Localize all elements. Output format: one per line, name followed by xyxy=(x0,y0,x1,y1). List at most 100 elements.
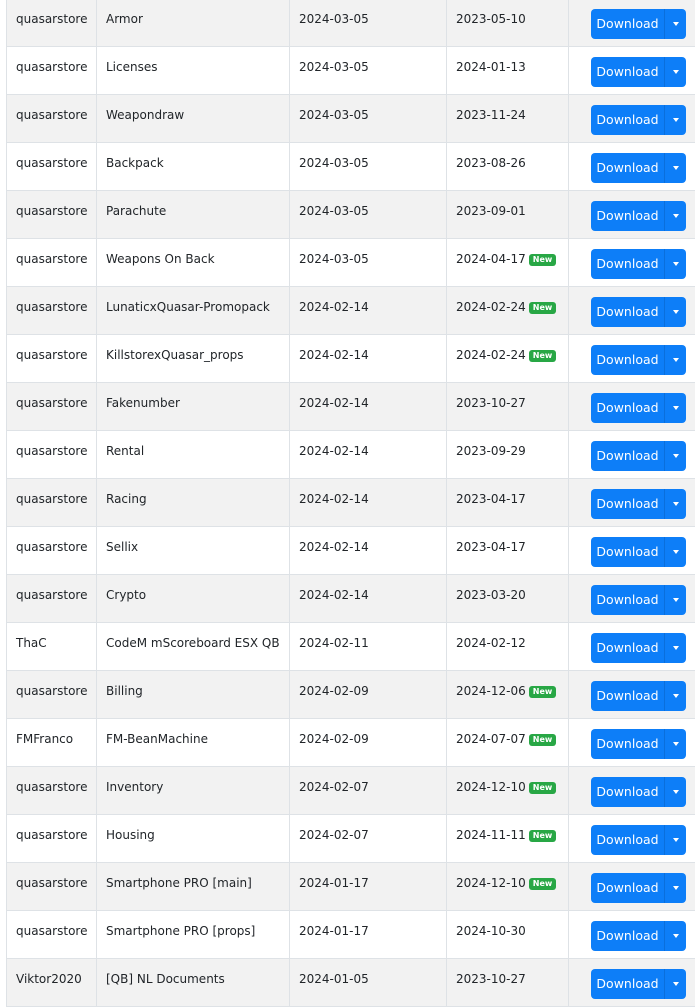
updated-date-cell: 2024-01-13 xyxy=(447,47,569,95)
download-options-toggle[interactable] xyxy=(665,681,686,711)
author-cell: quasarstore xyxy=(7,143,97,191)
release-date-text: 2024-03-05 xyxy=(299,108,369,122)
updated-date-text: 2023-08-26 xyxy=(456,156,526,170)
download-options-toggle[interactable] xyxy=(665,249,686,279)
download-options-toggle[interactable] xyxy=(665,489,686,519)
resource-name-cell: LunaticxQuasar-Promopack xyxy=(97,287,290,335)
download-options-toggle[interactable] xyxy=(665,105,686,135)
updated-date-text: 2024-12-10 xyxy=(456,876,526,890)
download-button-group: Download xyxy=(591,57,686,87)
updated-date-cell: 2024-02-12 xyxy=(447,623,569,671)
download-button[interactable]: Download xyxy=(591,921,665,951)
download-options-toggle[interactable] xyxy=(665,393,686,423)
author-text: ThaC xyxy=(16,636,47,650)
author-text: quasarstore xyxy=(16,204,87,218)
download-button-group: Download xyxy=(591,441,686,471)
download-button[interactable]: Download xyxy=(591,201,665,231)
release-date-cell: 2024-03-05 xyxy=(290,47,447,95)
download-options-toggle[interactable] xyxy=(665,633,686,663)
download-button[interactable]: Download xyxy=(591,105,665,135)
release-date-text: 2024-01-05 xyxy=(299,972,369,986)
resource-name-text: Smartphone PRO [props] xyxy=(106,924,255,938)
resource-name-cell: Fakenumber xyxy=(97,383,290,431)
download-button[interactable]: Download xyxy=(591,249,665,279)
download-options-toggle[interactable] xyxy=(665,297,686,327)
resource-name-text: Sellix xyxy=(106,540,138,554)
author-cell: quasarstore xyxy=(7,95,97,143)
download-options-toggle[interactable] xyxy=(665,873,686,903)
author-cell: quasarstore xyxy=(7,479,97,527)
action-cell: Download xyxy=(569,431,695,479)
resources-table-container: quasarstoreArmor2024-03-052023-05-10Down… xyxy=(6,0,695,1007)
action-cell: Download xyxy=(569,719,695,767)
resource-name-text: FM-BeanMachine xyxy=(106,732,208,746)
download-button[interactable]: Download xyxy=(591,681,665,711)
updated-date-text: 2023-03-20 xyxy=(456,588,526,602)
resource-name-cell: Sellix xyxy=(97,527,290,575)
download-options-toggle[interactable] xyxy=(665,9,686,39)
new-badge: New xyxy=(529,302,557,314)
action-cell: Download xyxy=(569,623,695,671)
download-options-toggle[interactable] xyxy=(665,345,686,375)
caret-down-icon xyxy=(673,262,679,266)
download-button[interactable]: Download xyxy=(591,153,665,183)
caret-down-icon xyxy=(673,934,679,938)
updated-date-cell: 2024-02-24New xyxy=(447,335,569,383)
table-row: quasarstoreCrypto2024-02-142023-03-20Dow… xyxy=(7,575,695,623)
updated-date-cell: 2023-09-29 xyxy=(447,431,569,479)
resource-name-text: Armor xyxy=(106,12,143,26)
download-button[interactable]: Download xyxy=(591,57,665,87)
caret-down-icon xyxy=(673,838,679,842)
updated-date-text: 2023-04-17 xyxy=(456,492,526,506)
download-options-toggle[interactable] xyxy=(665,537,686,567)
download-button[interactable]: Download xyxy=(591,969,665,999)
download-options-toggle[interactable] xyxy=(665,153,686,183)
resource-name-cell: Smartphone PRO [main] xyxy=(97,863,290,911)
download-button[interactable]: Download xyxy=(591,825,665,855)
download-options-toggle[interactable] xyxy=(665,825,686,855)
author-cell: FMFranco xyxy=(7,719,97,767)
download-options-toggle[interactable] xyxy=(665,585,686,615)
download-button[interactable]: Download xyxy=(591,777,665,807)
download-button[interactable]: Download xyxy=(591,729,665,759)
download-options-toggle[interactable] xyxy=(665,921,686,951)
table-row: quasarstoreBilling2024-02-092024-12-06Ne… xyxy=(7,671,695,719)
table-row: quasarstoreKillstorexQuasar_props2024-02… xyxy=(7,335,695,383)
download-options-toggle[interactable] xyxy=(665,201,686,231)
resource-name-text: KillstorexQuasar_props xyxy=(106,348,244,362)
author-text: quasarstore xyxy=(16,156,87,170)
release-date-text: 2024-02-14 xyxy=(299,540,369,554)
author-text: quasarstore xyxy=(16,60,87,74)
download-options-toggle[interactable] xyxy=(665,777,686,807)
download-button[interactable]: Download xyxy=(591,585,665,615)
download-options-toggle[interactable] xyxy=(665,57,686,87)
updated-date-cell: 2024-10-30 xyxy=(447,911,569,959)
download-button[interactable]: Download xyxy=(591,537,665,567)
download-button-group: Download xyxy=(591,393,686,423)
release-date-cell: 2024-02-09 xyxy=(290,671,447,719)
release-date-text: 2024-01-17 xyxy=(299,924,369,938)
download-button-group: Download xyxy=(591,633,686,663)
download-button[interactable]: Download xyxy=(591,297,665,327)
updated-date-cell: 2023-09-01 xyxy=(447,191,569,239)
download-button[interactable]: Download xyxy=(591,489,665,519)
author-text: quasarstore xyxy=(16,300,87,314)
download-options-toggle[interactable] xyxy=(665,441,686,471)
download-button-group: Download xyxy=(591,825,686,855)
download-button[interactable]: Download xyxy=(591,441,665,471)
resource-name-cell: Licenses xyxy=(97,47,290,95)
resource-name-cell: CodeM mScoreboard ESX QB xyxy=(97,623,290,671)
download-button[interactable]: Download xyxy=(591,873,665,903)
download-options-toggle[interactable] xyxy=(665,969,686,999)
download-button[interactable]: Download xyxy=(591,9,665,39)
download-button[interactable]: Download xyxy=(591,393,665,423)
download-options-toggle[interactable] xyxy=(665,729,686,759)
action-cell: Download xyxy=(569,767,695,815)
download-button[interactable]: Download xyxy=(591,345,665,375)
author-cell: quasarstore xyxy=(7,287,97,335)
download-button[interactable]: Download xyxy=(591,633,665,663)
release-date-cell: 2024-02-14 xyxy=(290,575,447,623)
resource-name-cell: Weapondraw xyxy=(97,95,290,143)
resource-name-cell: Billing xyxy=(97,671,290,719)
download-button-group: Download xyxy=(591,585,686,615)
